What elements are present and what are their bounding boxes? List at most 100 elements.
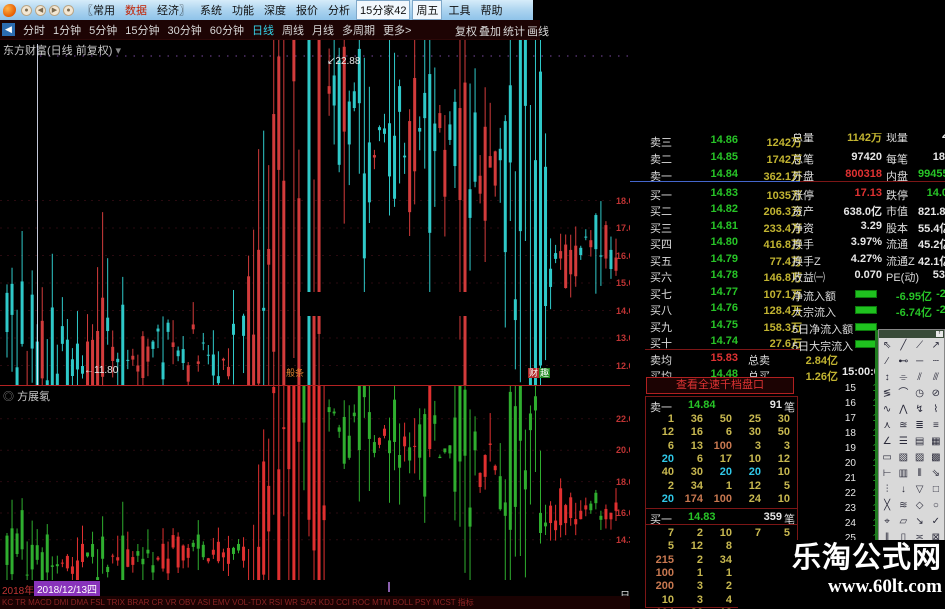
- menu-item-系统[interactable]: 系统: [195, 0, 227, 20]
- check-tool-icon[interactable]: ✓: [928, 514, 944, 530]
- buy-price[interactable]: 14.78: [690, 269, 738, 281]
- period-多周期[interactable]: 多周期: [338, 20, 379, 40]
- menu-item-数据[interactable]: 数据: [120, 0, 152, 20]
- peak-tool-icon[interactable]: ⋏: [879, 418, 895, 434]
- period-更多>[interactable]: 更多>: [379, 20, 415, 40]
- arrow-dr-tool-icon[interactable]: ↘: [912, 514, 928, 530]
- sell-price[interactable]: 14.85: [690, 151, 738, 163]
- trend-line-tool-icon[interactable]: ╱: [895, 338, 911, 354]
- arc-tool-icon[interactable]: ⌒: [895, 386, 911, 402]
- hatch-left-tool-icon[interactable]: ▧: [895, 450, 911, 466]
- hatch-cross-tool-icon[interactable]: ▩: [928, 450, 944, 466]
- period-30分钟[interactable]: 30分钟: [164, 20, 206, 40]
- dashed-line-tool-icon[interactable]: ┄: [928, 354, 944, 370]
- waves-tool-icon[interactable]: ≋: [895, 498, 911, 514]
- gann-grid-tool-icon[interactable]: ☰: [895, 434, 911, 450]
- period-15分钟[interactable]: 15分钟: [121, 20, 163, 40]
- target-tool-icon[interactable]: ⌖: [879, 514, 895, 530]
- sell-price[interactable]: 14.86: [690, 134, 738, 146]
- tack-tool-icon[interactable]: ⊢: [879, 466, 895, 482]
- dots-column-tool-icon[interactable]: ⫶: [879, 482, 895, 498]
- arrow-line-tool-icon[interactable]: ↗: [928, 338, 944, 354]
- ray-tool-icon[interactable]: ⟋: [912, 338, 928, 354]
- menu-item-〖常用[interactable]: 〖常用: [77, 0, 120, 20]
- main-candlestick-chart[interactable]: [0, 40, 632, 385]
- period-60分钟[interactable]: 60分钟: [206, 20, 248, 40]
- period-月线[interactable]: 月线: [308, 20, 338, 40]
- buy-price[interactable]: 14.79: [690, 253, 738, 265]
- arrow-down-tool-icon[interactable]: ↓: [895, 482, 911, 498]
- buy-price[interactable]: 14.81: [690, 220, 738, 232]
- menu-item-周五[interactable]: 周五: [412, 0, 443, 20]
- period-日线[interactable]: 日线: [248, 20, 278, 40]
- pointer-tool-icon[interactable]: ⇖: [879, 338, 895, 354]
- sub-candlestick-chart[interactable]: [0, 386, 632, 580]
- arrow-se-tool-icon[interactable]: ⇘: [928, 466, 944, 482]
- parallelogram-tool-icon[interactable]: ▱: [895, 514, 911, 530]
- chevron-down-icon[interactable]: ▾: [115, 45, 121, 57]
- menu-item-报价[interactable]: 报价: [291, 0, 323, 20]
- cross-out-tool-icon[interactable]: ╳: [879, 498, 895, 514]
- period-1分钟[interactable]: 1分钟: [49, 20, 85, 40]
- nav-home-icon[interactable]: ●: [21, 4, 32, 16]
- main-chart-area[interactable]: 东方财富(日线 前复权) ▾ ↙22.88 ←11.80 般条 财趣 18.00…: [0, 40, 639, 385]
- menu-item-功能[interactable]: 功能: [227, 0, 259, 20]
- stripe-box-tool-icon[interactable]: ▥: [895, 466, 911, 482]
- diamond-tool-icon[interactable]: ◇: [912, 498, 928, 514]
- channel-tool-icon[interactable]: ⫽: [912, 370, 928, 386]
- indicator-shortcut-bar[interactable]: KC TR MACD DMI DMA FSL TRIX BRAR CR VR O…: [0, 596, 632, 609]
- buy-price[interactable]: 14.82: [690, 203, 738, 215]
- menu-item-分析[interactable]: 分析: [323, 0, 355, 20]
- triangle-tool-icon[interactable]: ▽: [912, 482, 928, 498]
- ellipse-tool-icon[interactable]: ○: [928, 498, 944, 514]
- triangle-wave-tool-icon[interactable]: ⋀: [895, 402, 911, 418]
- menu-item-15分家42[interactable]: 15分家42: [356, 0, 411, 20]
- shade-box-tool-icon[interactable]: ▤: [912, 434, 928, 450]
- pitchfork-tool-icon[interactable]: ⫻: [928, 370, 944, 386]
- rect-tool-icon[interactable]: ▭: [879, 450, 895, 466]
- angle-tool-icon[interactable]: ∠: [879, 434, 895, 450]
- nav-forward-icon[interactable]: ▶: [49, 4, 60, 16]
- square-tool-icon[interactable]: □: [928, 482, 944, 498]
- fib-lines-tool-icon[interactable]: ≣: [912, 418, 928, 434]
- grid-box-tool-icon[interactable]: ▦: [928, 434, 944, 450]
- wave-tool-icon[interactable]: ∿: [879, 402, 895, 418]
- menu-item-工具[interactable]: 工具: [443, 0, 475, 20]
- h-line-tool-icon[interactable]: ─: [912, 354, 928, 370]
- buy-price[interactable]: 14.83: [690, 187, 738, 199]
- circle-tool-icon[interactable]: ⊘: [928, 386, 944, 402]
- segment-tool-icon[interactable]: ∕: [879, 354, 895, 370]
- menu-item-深度[interactable]: 深度: [259, 0, 291, 20]
- buy-price[interactable]: 14.77: [690, 286, 738, 298]
- buy-price[interactable]: 14.74: [690, 335, 738, 347]
- approx-tool-icon[interactable]: ≊: [895, 418, 911, 434]
- menu-item-经济〗[interactable]: 经济〗: [152, 0, 195, 20]
- parallel-line-tool-icon[interactable]: ⌯: [895, 370, 911, 386]
- toolbar-画线[interactable]: 画线: [527, 23, 549, 39]
- v-line-tool-icon[interactable]: ↕: [879, 370, 895, 386]
- hatch-right-tool-icon[interactable]: ▨: [912, 450, 928, 466]
- buy-price[interactable]: 14.76: [690, 302, 738, 314]
- period-分时[interactable]: 分时: [19, 20, 49, 40]
- buy-price[interactable]: 14.75: [690, 319, 738, 331]
- close-icon[interactable]: r: [936, 331, 943, 337]
- toolbar-统计[interactable]: 统计: [503, 23, 525, 39]
- impulse-tool-icon[interactable]: ↯: [912, 402, 928, 418]
- sub-chart-area[interactable]: ◎ 方展氡 22.0020.0018.0016.0014.30日线: [0, 385, 639, 609]
- menu-item-帮助[interactable]: 帮助: [475, 0, 507, 20]
- indicator-list[interactable]: KC TR MACD DMI DMA FSL TRIX BRAR CR VR O…: [0, 596, 632, 609]
- bars-tool-icon[interactable]: ⦀: [912, 466, 928, 482]
- zigzag-tool-icon[interactable]: ≶: [879, 386, 895, 402]
- nav-refresh-icon[interactable]: ●: [63, 4, 74, 16]
- nav-back-icon[interactable]: ◀: [35, 4, 46, 16]
- palette-titlebar[interactable]: r: [879, 330, 944, 338]
- price-line-tool-icon[interactable]: ⊷: [895, 354, 911, 370]
- full-depth-button[interactable]: 查看全速千档盘口: [646, 377, 794, 394]
- squiggle-tool-icon[interactable]: ⌇: [928, 402, 944, 418]
- period-5分钟[interactable]: 5分钟: [85, 20, 121, 40]
- sell-price[interactable]: 14.84: [690, 168, 738, 180]
- back-arrow-icon[interactable]: ◀: [2, 23, 15, 36]
- period-周线[interactable]: 周线: [278, 20, 308, 40]
- cycle-tool-icon[interactable]: ◷: [912, 386, 928, 402]
- buy-price[interactable]: 14.80: [690, 236, 738, 248]
